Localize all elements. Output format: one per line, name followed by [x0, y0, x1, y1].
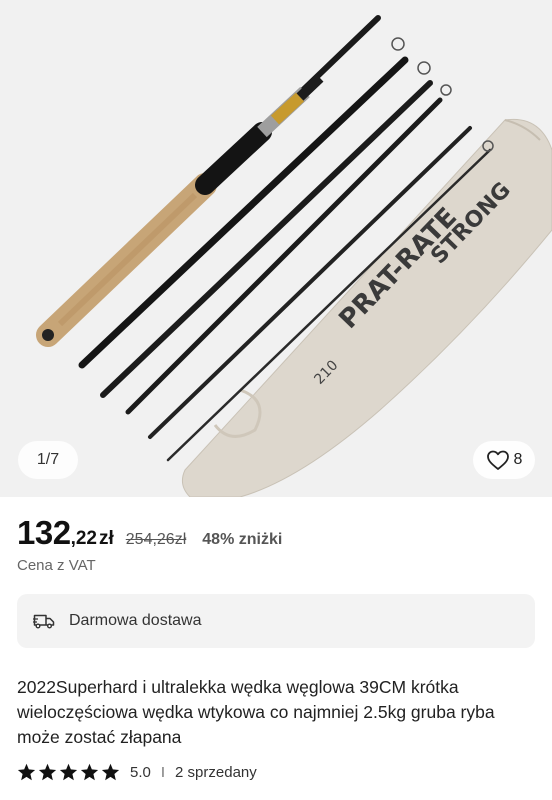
favorite-button[interactable]: 8	[473, 441, 535, 479]
truck-icon	[33, 614, 55, 629]
product-photo: PRAT-RATE STRONG 210	[36, 15, 552, 497]
price-currency: zł	[98, 528, 114, 549]
price-decimal: ,22	[70, 528, 97, 549]
product-image-gallery[interactable]: PRAT-RATE STRONG 210 1/7 8	[0, 0, 552, 497]
star-icon	[101, 763, 120, 781]
price-row: 132 ,22 zł 254,26zł 48% zniżki	[17, 514, 282, 552]
rating-score: 5.0	[130, 763, 151, 781]
star-icon	[17, 763, 36, 781]
free-shipping-banner[interactable]: Darmowa dostawa	[17, 594, 535, 648]
discount-label: 48% zniżki	[202, 531, 283, 548]
rating-stars	[17, 763, 120, 781]
sold-count: 2 sprzedany	[175, 763, 257, 781]
heart-icon	[486, 450, 509, 470]
star-icon	[59, 763, 78, 781]
rating-separator: I	[160, 763, 166, 781]
product-title: 2022Superhard i ultralekka wędka węglowa…	[17, 677, 495, 747]
image-counter: 1/7	[18, 441, 78, 479]
vat-note: Cena z VAT	[17, 557, 96, 574]
shipping-label: Darmowa dostawa	[69, 612, 202, 629]
old-price: 254,26zł	[125, 531, 187, 548]
star-icon	[38, 763, 57, 781]
favorites-count: 8	[513, 451, 523, 468]
price-integer: 132	[17, 514, 71, 551]
star-icon	[80, 763, 99, 781]
rating-row[interactable]: 5.0 I 2 sprzedany	[17, 763, 257, 781]
